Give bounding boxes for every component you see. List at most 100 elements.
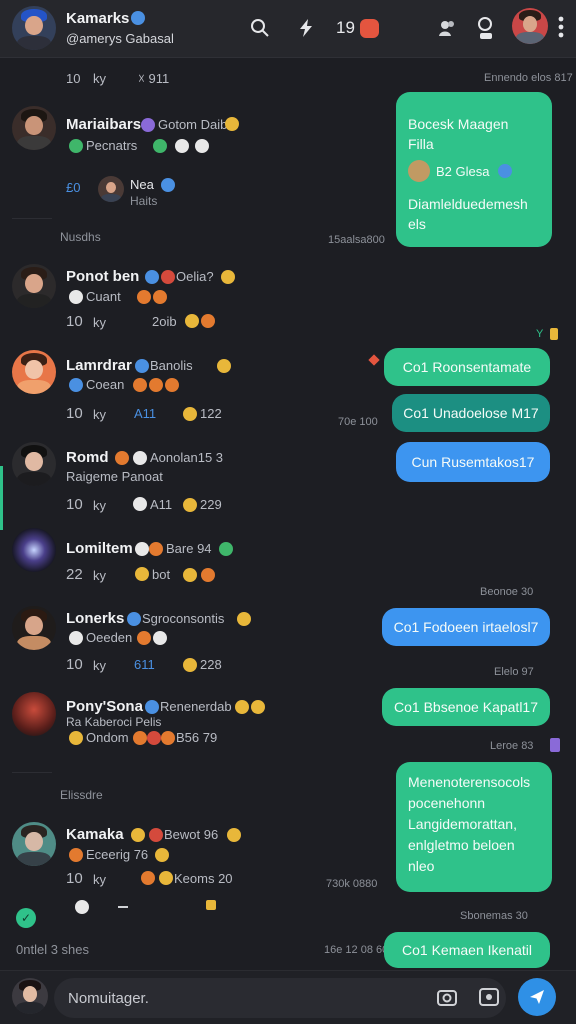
contact-meta: 10 [66,656,83,673]
emoji-icon [217,359,231,373]
verified-icon [131,11,145,25]
contact-sub: Bewot 96 [164,827,219,842]
message-bubble[interactable]: Co1 Unadoelose M17 [392,394,550,432]
more-options-icon[interactable] [553,12,569,42]
emoji-icon [115,451,129,465]
emoji-icon [133,497,147,511]
message-time: 15aalsa800 [328,234,385,246]
camera-icon[interactable] [436,986,458,1008]
contact-line2: Oeeden [86,630,133,645]
emoji-icon [131,828,145,842]
bubble-line: Menenoterensocols [408,774,531,790]
badge-icon [141,118,155,132]
contact-meta2: ky [93,407,106,422]
message-time: 16e 12 08 60 [324,944,389,956]
contact-meta: 10 [66,313,83,330]
contact-sub: Renenerdab [160,699,232,714]
message-bubble[interactable]: Co1 Roonsentamate [384,348,550,386]
emoji-icon [69,290,83,304]
bubble-line: pocenehonn [408,795,486,811]
contact-name[interactable]: Ponot ben [66,268,139,285]
avatar-romd[interactable] [12,442,56,486]
verified-icon [161,178,175,192]
contact-meta3: 611 [134,657,155,672]
contact-meta: 10 [66,405,83,422]
people-icon[interactable] [436,16,460,40]
avatar-kamaka[interactable] [12,822,56,866]
contact-meta4: B56 79 [176,730,218,745]
avatar-lomiltem[interactable] [12,528,56,572]
message-bubble[interactable]: Cun Rusemtakos17 [396,442,550,482]
misc-time: Elelo 97 [494,666,534,678]
emoji-icon [133,731,147,745]
emoji-icon [183,407,197,421]
contact-line2: Raigeme Panoat [66,469,163,484]
message-bubble[interactable]: Bocesk Maagen Filla B2 Glesa Diamleldued… [396,92,552,247]
profile-avatar[interactable] [12,6,56,50]
avatar-ponysona[interactable] [12,692,56,736]
search-user-icon[interactable] [474,13,498,43]
notification-count[interactable]: 19 [336,18,355,38]
composer-avatar[interactable] [12,978,48,1014]
message-bubble[interactable]: Menenoterensocols pocenehonn Langidemora… [396,762,552,892]
contact-meta4: 229 [200,497,222,512]
avatar-mariaibars[interactable] [12,106,56,150]
emoji-icon [149,828,163,842]
small-icon [206,900,216,910]
top-row-meta2: ky [93,71,106,86]
extra-name: Nea [130,177,154,192]
bubble-text: Co1 Bbsenoe Kapatl17 [394,699,538,715]
misc-time: Beonoe 30 [480,586,534,598]
message-time: 730k 0880 [326,878,378,890]
avatar-lonerks[interactable] [12,606,56,650]
emoji-icon [69,378,83,392]
misc-time: Y [536,328,544,340]
contact-meta3: bot [152,567,171,582]
send-button[interactable] [518,978,556,1016]
top-row-meta3: ☓ 911 [138,71,170,86]
contact-line2: Pecnatrs [86,138,138,153]
contact-sub: Banolis [150,358,193,373]
contact-name[interactable]: Romd [66,449,109,466]
contact-name[interactable]: Mariaibars [66,116,141,133]
check-icon[interactable]: ✓ [16,908,36,928]
top-row-meta: 10 [66,71,81,86]
message-bubble[interactable]: Co1 Bbsenoe Kapatl17 [382,688,550,726]
contact-sub: Bare 94 [166,541,212,556]
contact-name[interactable]: Lomiltem [66,540,133,557]
message-bubble[interactable]: Co1 Fodoeen irtaelosl7 [382,608,550,646]
emoji-icon [161,270,175,284]
contact-name[interactable]: Kamaka [66,826,124,843]
notification-badge[interactable] [360,19,379,38]
contact-meta: 10 [66,870,83,887]
misc-time: Leroe 83 [490,740,534,752]
emoji-icon [201,568,215,582]
alert-icon [368,354,380,366]
emoji-icon [159,871,173,885]
contact-meta4: 228 [200,657,222,672]
bubble-inline: B2 Glesa [436,163,490,179]
bubble-line: Diamlelduedemesh [408,196,528,212]
emoji-icon [183,568,197,582]
avatar-ponot[interactable] [12,264,56,308]
emoji-icon [137,631,151,645]
contact-meta2: ky [93,872,106,887]
avatar-nea[interactable] [98,176,124,202]
contact-name[interactable]: Pony'Sona [66,698,143,715]
emoji-icon [135,567,149,581]
bubble-text: Co1 Unadoelose M17 [403,405,539,421]
contact-name[interactable]: Lamrdrar [66,357,132,374]
message-bubble[interactable]: Co1 Kemaen Ikenatil [384,932,550,968]
message-input-placeholder: Nomuitager. [68,989,149,1007]
contact-name[interactable]: Lonerks [66,610,124,627]
message-time: 70e 100 [338,416,378,428]
draft-label: 0ntlel 3 shes [16,942,89,957]
user-avatar[interactable] [512,8,548,44]
search-icon[interactable] [248,16,272,40]
contact-meta4: 122 [200,406,222,421]
avatar-lamrdrar[interactable] [12,350,56,394]
lightning-icon[interactable] [294,16,318,40]
emoji-icon [235,700,249,714]
emoji-icon [175,139,189,153]
image-icon[interactable] [478,986,500,1008]
